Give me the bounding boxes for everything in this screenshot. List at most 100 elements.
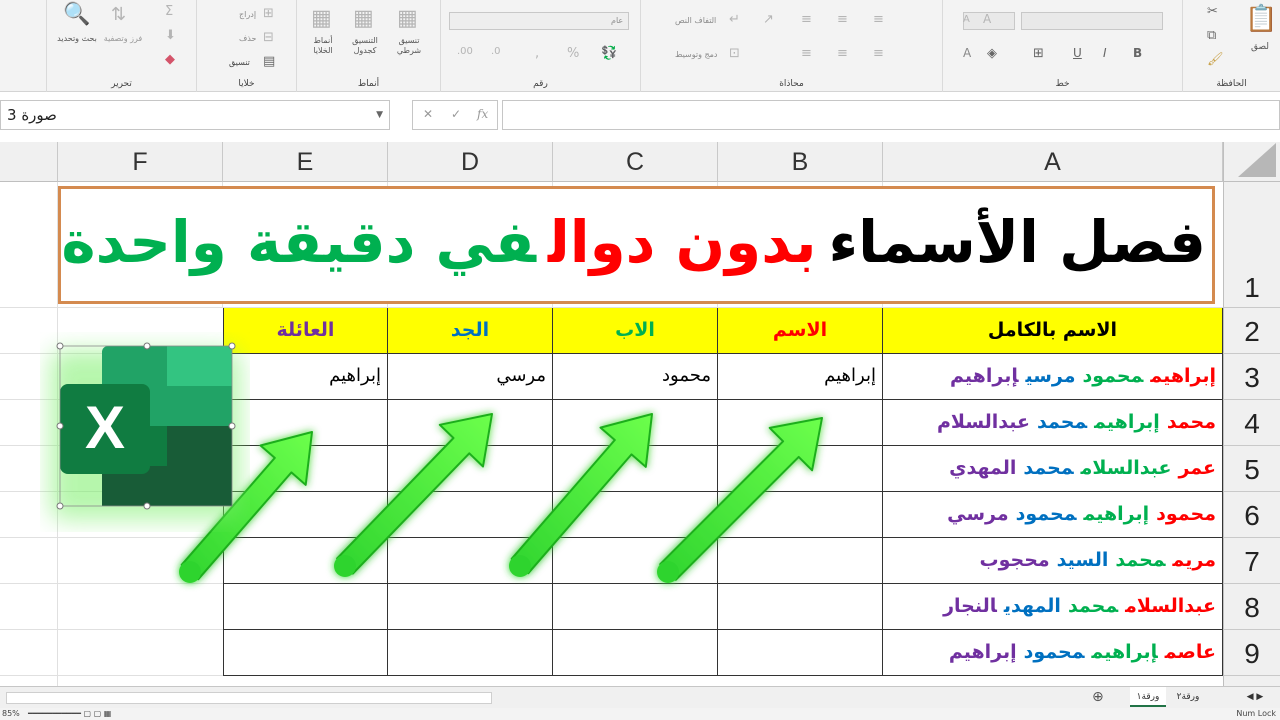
split-name-cell[interactable] xyxy=(388,492,553,538)
merge-center-button[interactable]: دمج وتوسيط xyxy=(675,50,718,59)
full-name-cell[interactable]: عبدالسلام محمد المهدي النجار xyxy=(883,584,1223,630)
row-header-5[interactable]: 5 xyxy=(1223,446,1280,492)
row-header-7[interactable]: 7 xyxy=(1223,538,1280,584)
comma-icon[interactable]: , xyxy=(535,46,539,61)
format-as-table-icon[interactable]: ▦ xyxy=(353,6,374,31)
column-header-a[interactable]: A xyxy=(883,142,1223,182)
number-format-box[interactable] xyxy=(449,12,629,30)
split-name-cell[interactable] xyxy=(718,584,883,630)
zoom-level[interactable]: 85% xyxy=(2,709,20,718)
font-color-icon[interactable]: A xyxy=(963,46,971,60)
increase-decimal-icon[interactable]: .0 xyxy=(491,46,501,57)
column-header-b[interactable]: B xyxy=(718,142,883,182)
decrease-decimal-icon[interactable]: .00 xyxy=(457,46,473,57)
cell-styles-icon[interactable]: ▦ xyxy=(311,6,332,31)
sort-filter-icon[interactable]: ⇅ xyxy=(111,4,126,25)
italic-icon[interactable]: I xyxy=(1103,46,1107,60)
fill-color-icon[interactable]: ◈ xyxy=(987,46,997,61)
format-button[interactable]: تنسيق xyxy=(229,58,250,67)
confirm-icon[interactable]: ✓ xyxy=(451,107,461,121)
font-size-up-icon[interactable]: A xyxy=(983,12,991,26)
full-name-cell[interactable]: عمر عبدالسلام محمد المهدي xyxy=(883,446,1223,492)
name-box[interactable]: صورة 3 ▼ xyxy=(0,100,390,130)
column-header-g[interactable] xyxy=(0,142,58,182)
chevron-down-icon[interactable]: ▼ xyxy=(376,101,383,129)
full-name-cell[interactable]: محمود إبراهيم محمود مرسي xyxy=(883,492,1223,538)
paste-button[interactable]: لصق xyxy=(1245,42,1275,52)
split-name-cell[interactable] xyxy=(388,630,553,676)
zoom-slider[interactable]: ━━━━━━━━━━━ ▢ ▢ ▦ xyxy=(28,709,111,718)
copy-icon[interactable]: ⧉ xyxy=(1207,28,1216,43)
align-top-icon[interactable]: ≡ xyxy=(801,12,812,27)
conditional-formatting-icon[interactable]: ▦ xyxy=(397,6,418,31)
row-header-3[interactable]: 3 xyxy=(1223,354,1280,400)
find-select-icon[interactable]: 🔍 xyxy=(63,2,90,27)
bold-icon[interactable]: B xyxy=(1133,46,1142,60)
fill-icon[interactable]: ⬇ xyxy=(165,28,176,43)
orientation-icon[interactable]: ↗ xyxy=(763,12,774,27)
align-bottom-icon[interactable]: ≡ xyxy=(873,12,884,27)
currency-icon[interactable]: 💱 xyxy=(601,46,617,61)
full-name-cell[interactable]: عاصم إبراهيم محمود إبراهيم xyxy=(883,630,1223,676)
split-name-cell[interactable] xyxy=(388,446,553,492)
cell-styles-button[interactable]: أنماط الخلايا xyxy=(303,36,343,56)
align-center-icon[interactable]: ≡ xyxy=(837,46,848,61)
insert-cells-icon[interactable]: ⊞ xyxy=(263,6,274,21)
split-name-cell[interactable] xyxy=(553,630,718,676)
header-first-name[interactable]: الاسم xyxy=(718,308,883,354)
column-header-f[interactable]: F xyxy=(58,142,223,182)
cancel-icon[interactable]: ✕ xyxy=(423,107,433,121)
full-name-cell[interactable]: إبراهيم محمود مرسي إبراهيم xyxy=(883,354,1223,400)
row-header-1[interactable]: 1 xyxy=(1223,182,1280,308)
excel-logo-icon[interactable]: X xyxy=(40,332,250,532)
cut-icon[interactable]: ✂ xyxy=(1207,4,1218,19)
font-size-down-icon[interactable]: A xyxy=(963,14,970,25)
clear-icon[interactable]: ◆ xyxy=(165,52,175,67)
format-painter-icon[interactable]: 🖌 xyxy=(1207,52,1224,67)
underline-icon[interactable]: U xyxy=(1073,46,1082,60)
split-name-cell[interactable] xyxy=(718,400,883,446)
row-header-8[interactable]: 8 xyxy=(1223,584,1280,630)
insert-function-icon[interactable]: fx xyxy=(477,107,488,121)
add-sheet-icon[interactable]: ⊕ xyxy=(1092,689,1104,705)
align-right-icon[interactable]: ≡ xyxy=(801,46,812,61)
split-name-cell[interactable]: محمود xyxy=(553,354,718,400)
header-grandfather-name[interactable]: الجد xyxy=(388,308,553,354)
column-header-c[interactable]: C xyxy=(553,142,718,182)
split-name-cell[interactable] xyxy=(388,538,553,584)
split-name-cell[interactable] xyxy=(553,492,718,538)
split-name-cell[interactable] xyxy=(223,584,388,630)
split-name-cell[interactable] xyxy=(388,400,553,446)
row-header-9[interactable]: 9 xyxy=(1223,630,1280,676)
row-header-4[interactable]: 4 xyxy=(1223,400,1280,446)
wrap-text-button[interactable]: التفاف النص xyxy=(675,16,716,25)
column-header-d[interactable]: D xyxy=(388,142,553,182)
title-banner[interactable]: فصل الأسماءبدون دوالفي دقيقة واحدة xyxy=(58,186,1215,304)
split-name-cell[interactable] xyxy=(718,538,883,584)
split-name-cell[interactable]: مرسي xyxy=(388,354,553,400)
format-as-table-button[interactable]: التنسيق كجدول xyxy=(345,36,385,56)
split-name-cell[interactable] xyxy=(553,538,718,584)
row-header-10[interactable] xyxy=(1223,676,1280,686)
font-name-box[interactable] xyxy=(1021,12,1163,30)
split-name-cell[interactable] xyxy=(223,538,388,584)
autosum-icon[interactable]: Σ xyxy=(165,4,173,19)
percent-icon[interactable]: % xyxy=(567,46,579,61)
align-middle-icon[interactable]: ≡ xyxy=(837,12,848,27)
delete-button[interactable]: حذف xyxy=(239,34,256,43)
split-name-cell[interactable] xyxy=(718,630,883,676)
insert-button[interactable]: إدراج xyxy=(239,10,256,19)
split-name-cell[interactable] xyxy=(718,446,883,492)
wrap-text-icon[interactable]: ↵ xyxy=(729,12,740,27)
row-header-6[interactable]: 6 xyxy=(1223,492,1280,538)
header-full-name[interactable]: الاسم بالكامل xyxy=(883,308,1223,354)
conditional-formatting-button[interactable]: تنسيق شرطي xyxy=(389,36,429,56)
full-name-cell[interactable]: مريم محمد السيد محجوب xyxy=(883,538,1223,584)
delete-cells-icon[interactable]: ⊟ xyxy=(263,30,274,45)
full-name-cell[interactable]: محمد إبراهيم محمد عبدالسلام xyxy=(883,400,1223,446)
format-cells-icon[interactable]: ▤ xyxy=(263,54,275,69)
formula-input[interactable] xyxy=(502,100,1280,130)
split-name-cell[interactable] xyxy=(553,400,718,446)
find-select-button[interactable]: بحث وتحديد xyxy=(55,34,99,44)
tab-sheet1[interactable]: ورقة١ xyxy=(1130,687,1166,707)
